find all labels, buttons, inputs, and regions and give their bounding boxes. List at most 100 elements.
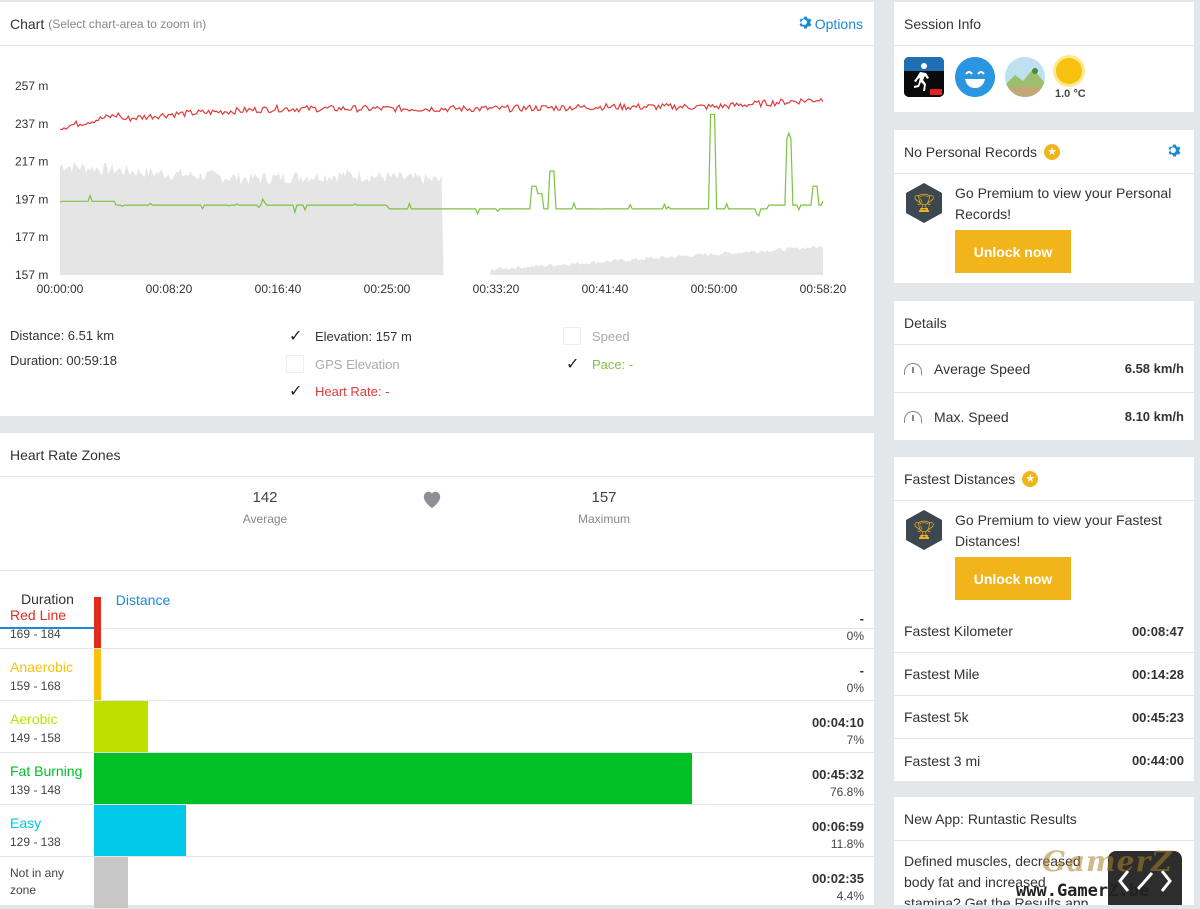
detail-value: 6.58 km/h [1124, 361, 1184, 376]
checkbox-elevation[interactable] [286, 326, 304, 345]
smiley-feeling-icon [955, 57, 995, 97]
chart-title: Chart [10, 15, 45, 32]
fastest-row-5k: Fastest 5k 00:45:23 [894, 696, 1194, 739]
toggle-elevation[interactable]: Elevation: 157 m [286, 326, 412, 345]
fastest-label: Fastest Mile [904, 666, 980, 682]
detail-row-average-speed: Average Speed 6.58 km/h [894, 345, 1194, 393]
chart-subtitle: (Select chart-area to zoom in) [48, 16, 207, 31]
star-icon: ★ [1022, 470, 1039, 487]
toggle-speed[interactable]: Speed [563, 327, 630, 345]
zone-percent: 0% [846, 629, 864, 643]
zone-percent: 4.4% [836, 889, 864, 903]
zone-range: 159 - 168 [10, 679, 61, 693]
zone-percent: 76.8% [829, 785, 864, 799]
personal-records-promo: Go Premium to view your Personal Records… [955, 185, 1172, 222]
checkbox-gps-elevation[interactable] [286, 355, 304, 373]
heart-rate-zones-header: Heart Rate Zones [0, 433, 874, 477]
elevation-toggle-label: Elevation: 157 m [315, 328, 412, 344]
y-tick-label: 237 m [15, 117, 48, 131]
zone-name: Aerobic [10, 711, 58, 727]
sun-weather-icon [1056, 58, 1082, 84]
checkbox-pace[interactable] [563, 354, 581, 373]
zone-bar [94, 753, 692, 804]
unlock-records-button[interactable]: Unlock now [955, 230, 1071, 273]
fastest-distances-header: Fastest Distances ★ [894, 457, 1194, 501]
toggle-heart-rate[interactable]: Heart Rate: - [286, 381, 389, 400]
detail-label: Max. Speed [934, 408, 1009, 425]
chart-legend: Distance: 6.51 km Duration: 00:59:18 Ele… [0, 320, 874, 410]
hr-average-value: 142 [252, 489, 278, 506]
zone-range: 149 - 158 [10, 731, 61, 745]
new-app-panel: New App: Runtastic Results Defined muscl… [894, 797, 1194, 905]
gear-icon [798, 15, 813, 33]
elevation-chart[interactable]: 257 m 237 m 217 m 197 m 177 m 157 m00:00:00 00… [0, 46, 874, 306]
fastest-distances-panel: Fastest Distances ★ 🏆︎ Go Premium to vie… [894, 457, 1194, 781]
session-info-title: Session Info [904, 15, 982, 32]
trophy-icon: 🏆︎ [906, 183, 942, 223]
zone-range: 129 - 138 [10, 835, 61, 849]
checkbox-speed[interactable] [563, 327, 581, 345]
zone-time: - [859, 611, 864, 626]
y-tick-label: 257 m [15, 79, 48, 93]
options-label: Options [814, 16, 863, 32]
chart-panel: Chart (Select chart-area to zoom in) Opt… [0, 2, 874, 416]
hr-maximum-value: 157 [591, 489, 617, 506]
speed-toggle-label: Speed [592, 328, 630, 344]
heart-rate-summary: 142 Average 157 Maximum [0, 477, 874, 571]
zone-time: 00:04:10 [811, 715, 864, 730]
unlock-fastest-button[interactable]: Unlock now [955, 557, 1071, 600]
zone-row: Fat Burning 139 - 148 00:45:32 76.8% [0, 753, 874, 805]
details-header: Details [894, 301, 1194, 345]
zone-row: Easy 129 - 138 00:06:59 11.8% [0, 805, 874, 857]
zone-time: 00:45:32 [811, 767, 864, 782]
fastest-label: Fastest 5k [904, 709, 969, 725]
fastest-label: Fastest Kilometer [904, 623, 1013, 639]
zone-row: Not in any zone 00:02:35 4.4% [0, 857, 874, 909]
fastest-row-mile: Fastest Mile 00:14:28 [894, 653, 1194, 696]
hr-maximum-label: Maximum [577, 512, 630, 526]
personal-records-title: No Personal Records [904, 143, 1038, 160]
zone-name: Not in any zone [10, 866, 65, 897]
zone-bar [94, 649, 101, 700]
checkbox-heart-rate[interactable] [286, 381, 304, 400]
session-info-panel: Session Info 1.0 °C [894, 2, 1194, 112]
toggle-gps-elevation[interactable]: GPS Elevation [286, 355, 400, 373]
zone-time: 00:06:59 [811, 819, 864, 834]
fastest-value: 00:44:00 [1131, 753, 1184, 768]
x-tick-label: 00:16:40 [255, 282, 302, 296]
fastest-value: 00:08:47 [1131, 623, 1184, 639]
star-icon: ★ [1044, 143, 1061, 160]
personal-records-header: No Personal Records ★ [894, 130, 1194, 174]
fastest-row-kilometer: Fastest Kilometer 00:08:47 [894, 610, 1194, 653]
hr-average-label: Average [242, 512, 288, 526]
x-tick-label: 00:41:40 [582, 282, 629, 296]
zone-bar [94, 805, 186, 856]
detail-row-max-speed: Max. Speed 8.10 km/h [894, 393, 1194, 440]
heart-rate-zones-title: Heart Rate Zones [10, 446, 121, 463]
speedometer-icon [904, 410, 922, 423]
speedometer-icon [904, 362, 922, 375]
temperature-value: 1.0 °C [1055, 88, 1086, 100]
zone-row: Aerobic 149 - 158 00:04:10 7% [0, 701, 874, 753]
gear-icon[interactable] [1167, 143, 1182, 161]
fastest-promo: Go Premium to view your Fastest Distance… [955, 512, 1162, 549]
x-tick-label: 00:50:00 [691, 282, 738, 296]
toggle-pace[interactable]: Pace: - [563, 354, 633, 373]
options-button[interactable]: Options [798, 15, 863, 33]
trophy-icon: 🏆︎ [906, 510, 942, 550]
x-tick-label: 00:33:20 [473, 282, 520, 296]
session-info-header: Session Info [894, 2, 1194, 46]
zone-row: Anaerobic 159 - 168 - 0% [0, 649, 874, 701]
x-tick-label: 00:08:20 [146, 282, 193, 296]
fastest-value: 00:45:23 [1131, 709, 1184, 725]
zone-time: - [859, 663, 864, 678]
hr-average: 142 Average [205, 489, 325, 526]
y-tick-label: 217 m [15, 155, 48, 169]
zone-row: Red Line 169 - 184 - 0% [0, 597, 874, 649]
y-tick-label: 197 m [15, 192, 48, 206]
zone-range: 139 - 148 [10, 783, 61, 797]
elevation-area [60, 161, 823, 275]
zone-percent: 11.8% [830, 837, 864, 851]
heart-rate-zones-panel: Heart Rate Zones 142 Average 157 Maximum… [0, 433, 874, 909]
zone-name: Fat Burning [10, 763, 83, 779]
